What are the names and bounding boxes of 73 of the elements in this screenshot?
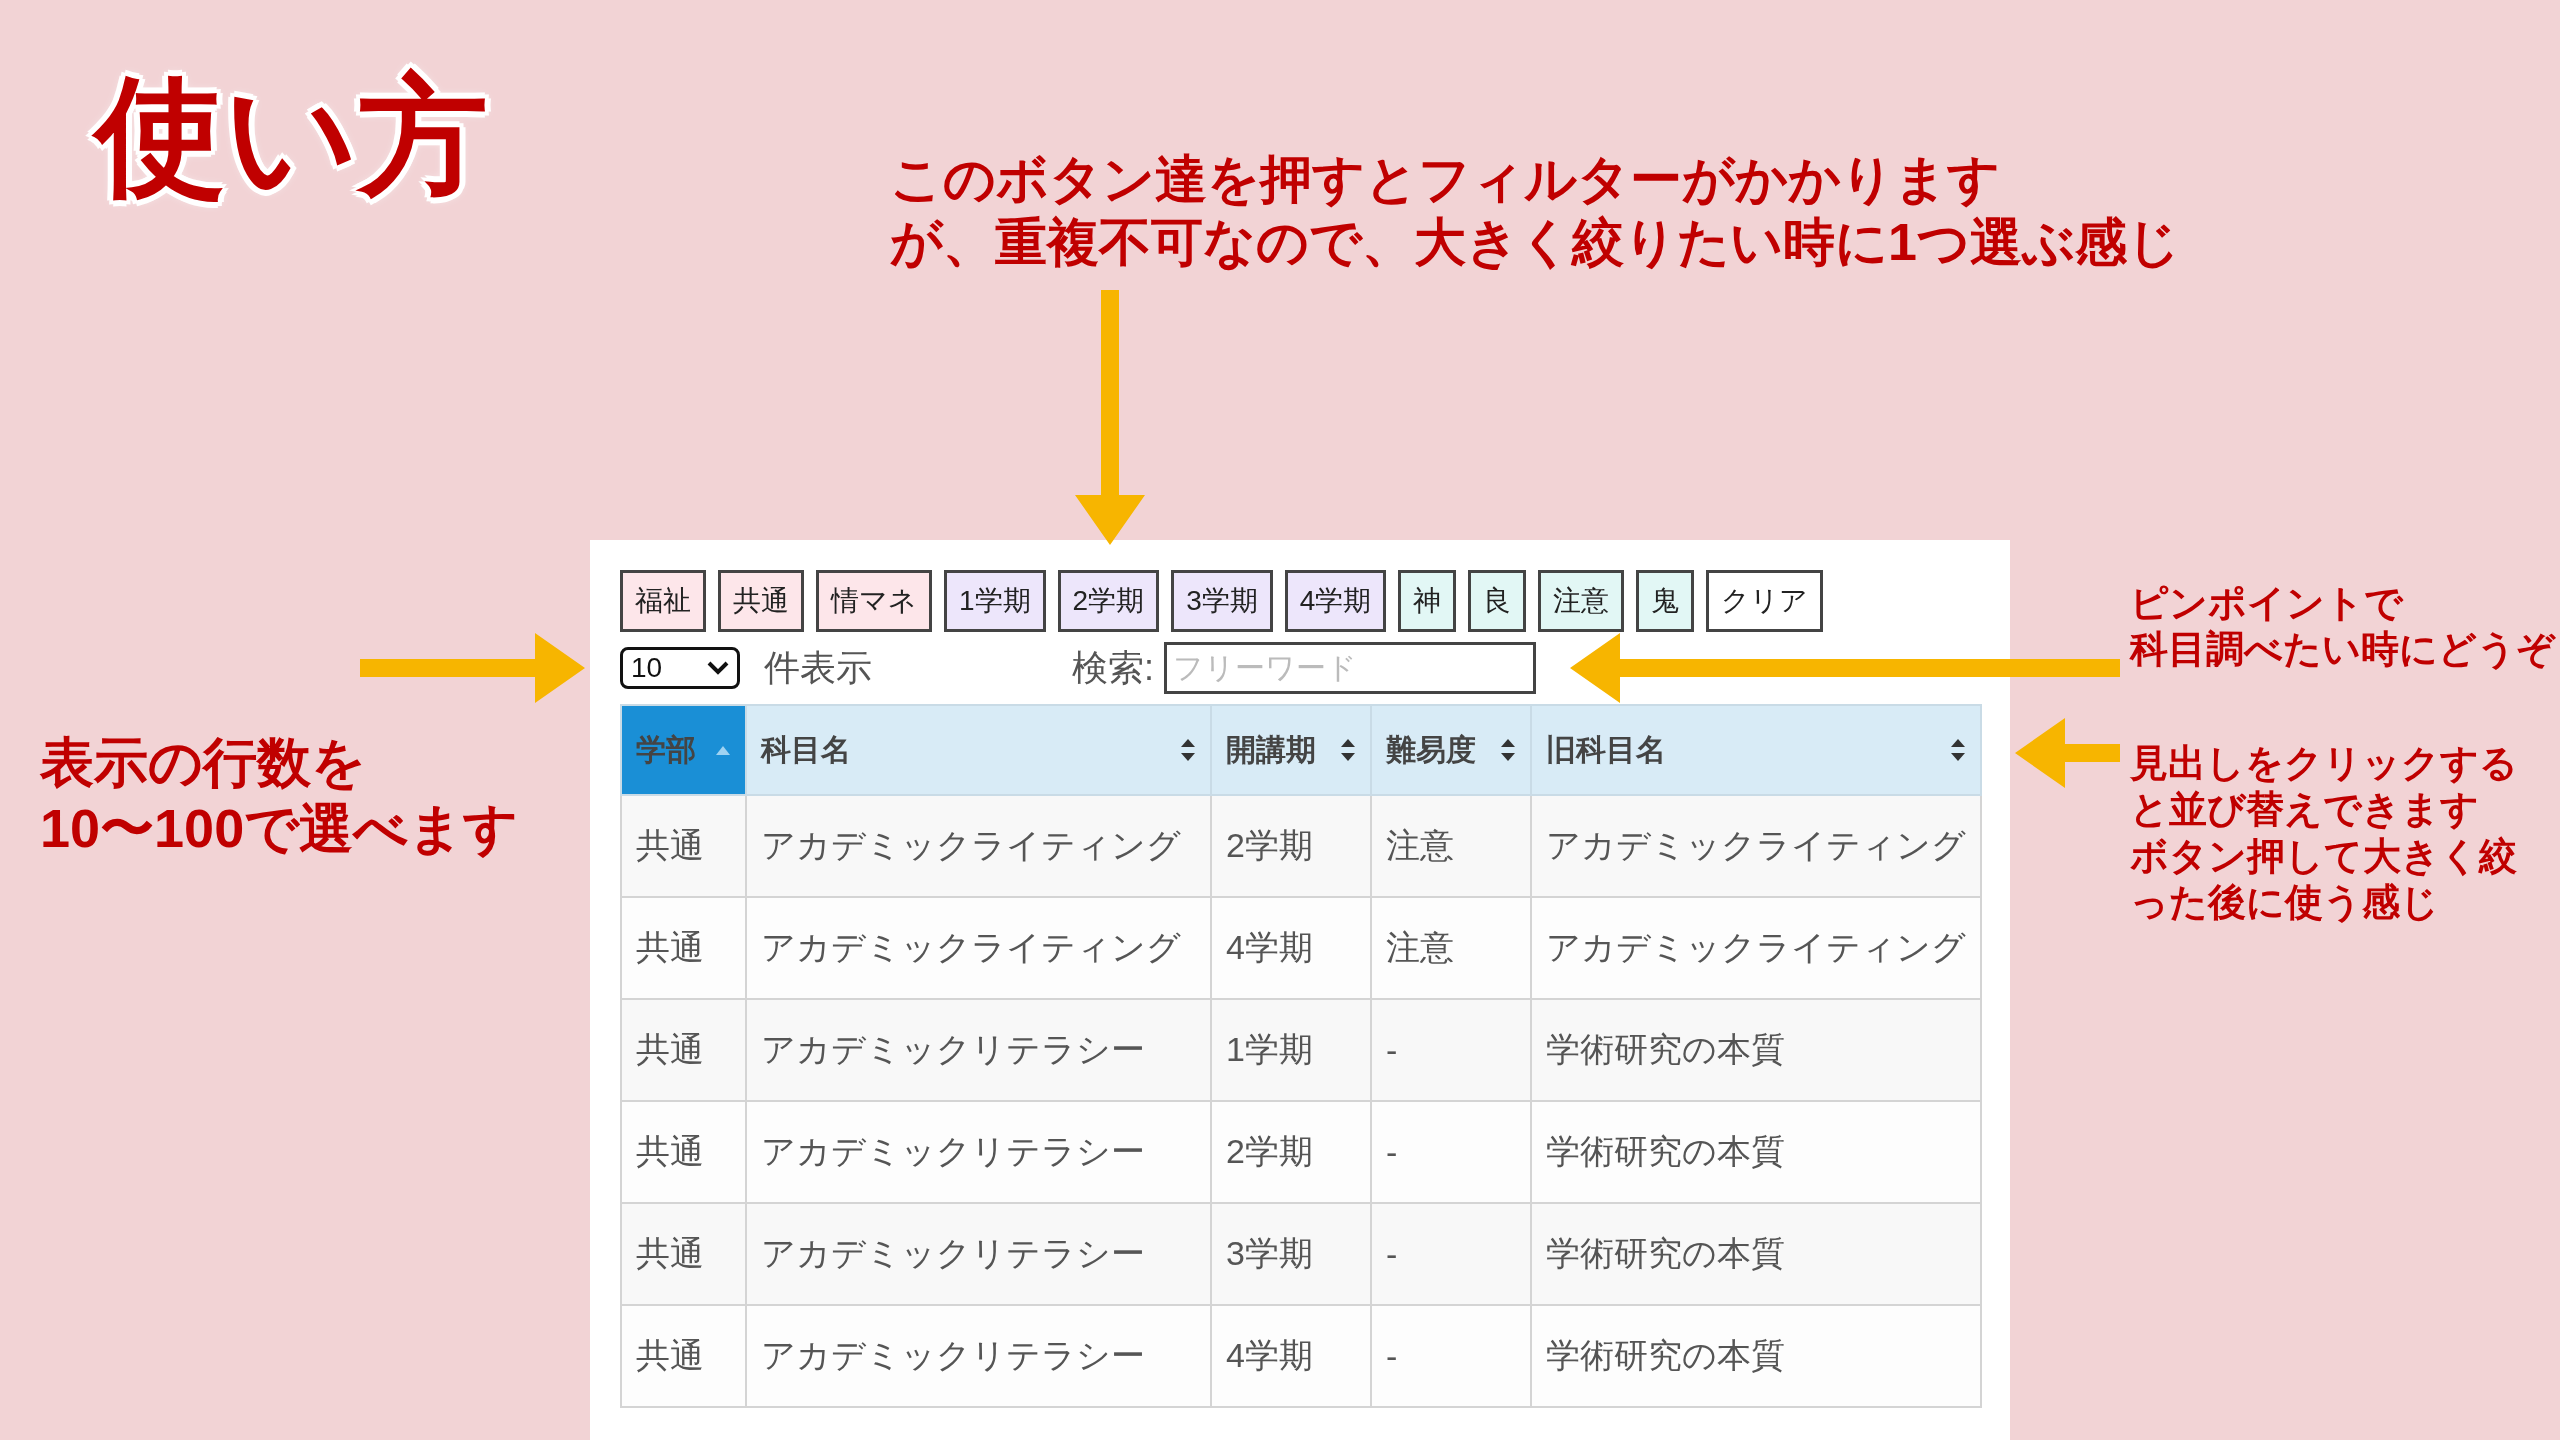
table-cell: 共通: [621, 897, 746, 999]
filter-button[interactable]: 神: [1398, 570, 1457, 632]
column-header-label: 開講期: [1226, 731, 1316, 768]
sort-icon: [1500, 738, 1516, 762]
annotation-text: ピンポイントで: [2130, 581, 2405, 626]
table-cell: 4学期: [1211, 1305, 1371, 1407]
table-cell: 学術研究の本質: [1531, 999, 1981, 1101]
search-label: 検索:: [1072, 645, 1154, 690]
table-cell: 共通: [621, 1203, 746, 1305]
annotation-text: 表示の行数を: [40, 731, 367, 794]
table-cell: アカデミックリテラシー: [746, 999, 1211, 1101]
annotation-text: このボタン達を押すとフィルターがかかります: [890, 149, 2001, 210]
filter-button[interactable]: 1学期: [944, 570, 1046, 632]
table-cell: アカデミックリテラシー: [746, 1203, 1211, 1305]
table-cell: アカデミックライティング: [1531, 795, 1981, 897]
annotation-text: ボタン押して大きく絞った後に使う感じ: [2130, 833, 2518, 926]
table-cell: 1学期: [1211, 999, 1371, 1101]
filter-button[interactable]: 3学期: [1171, 570, 1273, 632]
down-arrow-icon: [1075, 290, 1145, 545]
table-cell: 共通: [621, 999, 746, 1101]
table-cell: 共通: [621, 1101, 746, 1203]
filter-button[interactable]: 2学期: [1057, 570, 1160, 632]
table-cell: 学術研究の本質: [1531, 1101, 1981, 1203]
filter-button[interactable]: 良: [1468, 570, 1527, 632]
right-arrow-icon: [360, 633, 585, 703]
annotation-text: 科目調べたい時にどうぞ: [2130, 627, 2555, 673]
column-header-label: 科目名: [761, 731, 851, 768]
table-cell: 2学期: [1211, 1101, 1371, 1203]
sort-ascending-icon: [715, 744, 731, 756]
left-arrow-icon: [2015, 718, 2120, 788]
table-cell: 学術研究の本質: [1531, 1203, 1981, 1305]
filter-button[interactable]: 4学期: [1284, 570, 1387, 632]
table-cell: アカデミックライティング: [1531, 897, 1981, 999]
column-header[interactable]: 開講期: [1211, 705, 1371, 795]
column-header[interactable]: 難易度: [1371, 705, 1531, 795]
page-length-select[interactable]: 10: [620, 647, 740, 689]
filter-button[interactable]: クリア: [1706, 570, 1824, 632]
table-cell: 4学期: [1211, 897, 1371, 999]
column-header[interactable]: 科目名: [746, 705, 1211, 795]
table-cell: アカデミックリテラシー: [746, 1305, 1211, 1407]
table-cell: -: [1371, 1203, 1531, 1305]
filter-button[interactable]: 鬼: [1636, 570, 1695, 632]
table-cell: 共通: [621, 1305, 746, 1407]
annotation-text: 見出しをクリックすると並び替えできます: [2130, 741, 2519, 833]
table-cell: 2学期: [1211, 795, 1371, 897]
column-header-label: 旧科目名: [1546, 731, 1666, 768]
table-cell: -: [1371, 1305, 1531, 1407]
column-header-label: 難易度: [1386, 731, 1476, 768]
filter-button[interactable]: 情マネ: [816, 570, 932, 632]
annotation-text: が、重複不可なので、大きく絞りたい時に1つ選ぶ感じ: [890, 212, 2180, 274]
table-cell: 3学期: [1211, 1203, 1371, 1305]
table-cell: -: [1371, 1101, 1531, 1203]
table-cell: 注意: [1371, 795, 1531, 897]
filter-button[interactable]: 福祉: [620, 570, 706, 632]
table-cell: アカデミックリテラシー: [746, 1101, 1211, 1203]
filter-button[interactable]: 共通: [718, 570, 804, 632]
column-header-label: 学部: [636, 731, 696, 768]
sort-icon: [1180, 738, 1196, 762]
filter-button[interactable]: 注意: [1538, 570, 1625, 632]
sort-icon: [1950, 738, 1966, 762]
table-cell: アカデミックライティング: [746, 795, 1211, 897]
column-header[interactable]: 旧科目名: [1531, 705, 1981, 795]
chevron-down-icon: [707, 661, 729, 675]
table-cell: -: [1371, 999, 1531, 1101]
table-cell: 注意: [1371, 897, 1531, 999]
page-length-label: 件表示: [764, 645, 872, 690]
left-arrow-icon: [1570, 633, 2120, 703]
sort-icon: [1340, 738, 1356, 762]
table-cell: アカデミックライティング: [746, 897, 1211, 999]
search-field[interactable]: フリーワード: [1164, 642, 1536, 694]
annotation-text: 10〜100で選べます: [40, 796, 519, 860]
table-cell: 学術研究の本質: [1531, 1305, 1981, 1407]
table-cell: 共通: [621, 795, 746, 897]
